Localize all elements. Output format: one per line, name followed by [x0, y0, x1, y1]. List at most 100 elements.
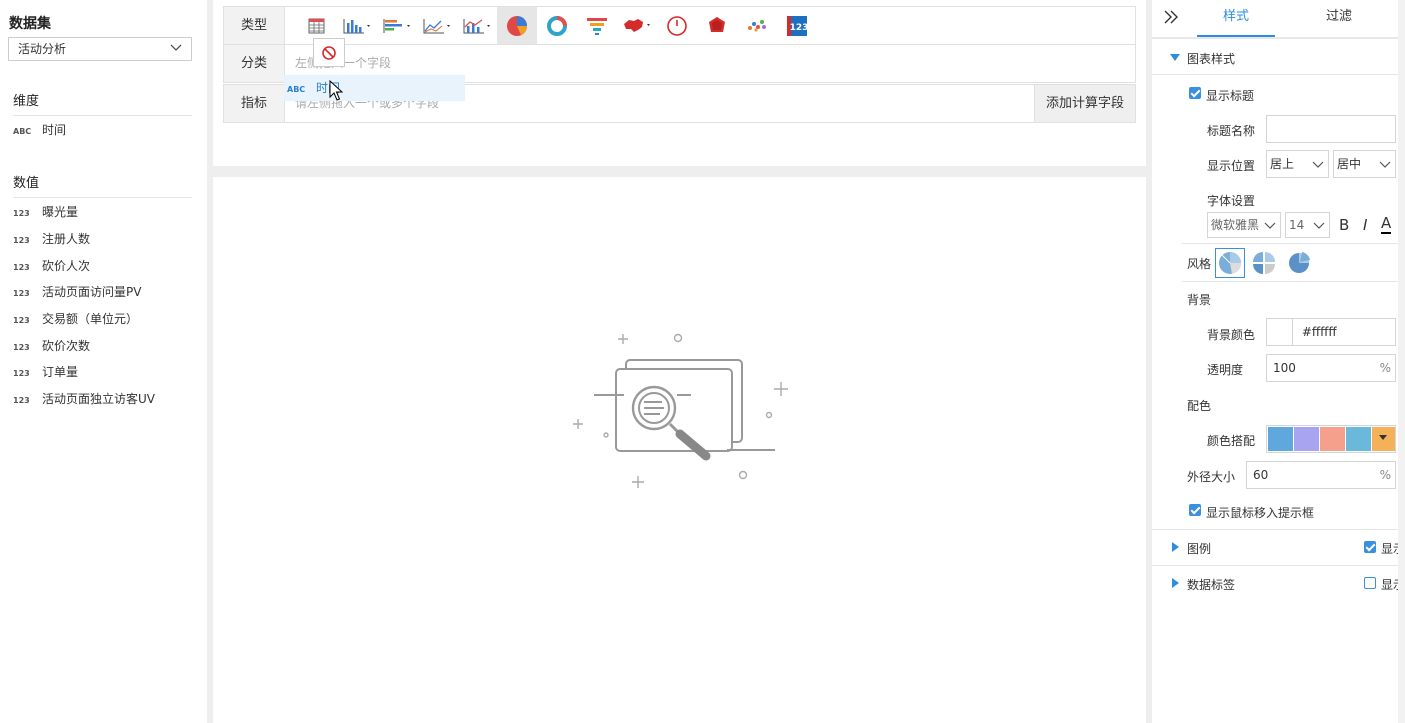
data-label-heading[interactable]: 数据标签 — [1187, 576, 1235, 593]
measure-field[interactable]: 123 砍价人次 — [13, 256, 90, 276]
measure-field[interactable]: 123 曝光量 — [13, 202, 78, 222]
measure-field[interactable]: 123 活动页面访问量PV — [13, 282, 141, 302]
position-horizontal-select[interactable]: 居中 — [1333, 150, 1396, 178]
palette-swatch — [1346, 427, 1371, 451]
divider — [1152, 74, 1398, 75]
field-name: 订单量 — [42, 365, 79, 379]
divider — [1182, 243, 1398, 244]
percent-unit: % — [1379, 361, 1391, 375]
combo-chart-icon[interactable] — [457, 7, 497, 44]
funnel-chart-icon[interactable] — [577, 7, 617, 44]
properties-panel: 样式 过滤 图表样式 显示标题 标题名称 显示位置 居上 居中 字体设置 微软雅… — [1152, 0, 1405, 723]
pie-chart-icon[interactable] — [497, 7, 537, 44]
map-icon[interactable] — [617, 7, 657, 44]
show-tooltip-checkbox[interactable] — [1189, 504, 1201, 516]
legend-show-checkbox[interactable] — [1364, 541, 1376, 553]
chevron-down-icon — [1264, 222, 1276, 229]
dimension-field-time[interactable]: ABC 时间 — [13, 120, 66, 140]
tab-filter[interactable]: 过滤 — [1300, 0, 1378, 37]
field-type-badge: 123 — [13, 396, 30, 405]
show-title-checkbox[interactable] — [1189, 87, 1201, 99]
vertical-scrollbar[interactable] — [1398, 0, 1405, 723]
ring-chart-icon[interactable] — [537, 7, 577, 44]
chart-type-row: 类型 123 — [223, 6, 1136, 45]
bg-color-label: 背景颜色 — [1207, 328, 1256, 342]
field-name: 活动页面访问量PV — [42, 285, 142, 299]
horizontal-bar-icon[interactable] — [377, 7, 417, 44]
measure-field[interactable]: 123 砍价次数 — [13, 336, 90, 356]
bg-color-swatch[interactable] — [1267, 319, 1293, 345]
pie-style-3-option[interactable] — [1284, 248, 1314, 278]
chevron-down-icon — [170, 44, 182, 51]
field-type-badge: ABC — [13, 127, 32, 136]
opacity-value: 100 — [1273, 361, 1296, 375]
divider — [1152, 529, 1398, 530]
bold-button[interactable]: B — [1339, 216, 1349, 234]
palette-swatch — [1294, 427, 1319, 451]
italic-button[interactable]: I — [1363, 216, 1367, 234]
pie-style-2-option[interactable] — [1249, 248, 1279, 278]
category-label: 分类 — [224, 45, 285, 82]
collapse-panel-icon[interactable] — [1162, 8, 1180, 26]
bg-color-input[interactable]: #ffffff — [1266, 318, 1396, 346]
measure-field[interactable]: 123 交易额（单位元） — [13, 309, 138, 329]
expand-triangle-icon[interactable] — [1172, 578, 1179, 588]
opacity-input[interactable]: 100 % — [1266, 354, 1396, 382]
pie-style-3-icon — [1289, 252, 1310, 273]
number-card-icon[interactable]: 123 — [777, 7, 817, 44]
chevron-down-icon — [1379, 161, 1391, 168]
dimensions-heading: 维度 — [13, 90, 192, 116]
font-family-select[interactable]: 微软雅黑 — [1207, 212, 1281, 238]
palette-label: 颜色搭配 — [1207, 434, 1256, 448]
font-size-select[interactable]: 14 — [1285, 212, 1330, 238]
measure-field[interactable]: 123 活动页面独立访客UV — [13, 389, 155, 409]
scatter-icon[interactable] — [737, 7, 777, 44]
field-name: 曝光量 — [42, 205, 79, 219]
data-label-show-label: 显示 — [1381, 578, 1398, 592]
position-vertical-value: 居上 — [1270, 157, 1295, 171]
pie-style-2-icon — [1253, 252, 1275, 274]
expand-triangle-icon[interactable] — [1170, 54, 1180, 61]
field-name: 砍价人次 — [42, 259, 91, 273]
tab-style[interactable]: 样式 — [1197, 0, 1275, 37]
palette-select[interactable] — [1266, 425, 1396, 453]
measure-field[interactable]: 123 注册人数 — [13, 229, 90, 249]
position-horizontal-value: 居中 — [1337, 157, 1362, 171]
font-settings-label: 字体设置 — [1207, 194, 1256, 208]
gauge-icon[interactable] — [657, 7, 697, 44]
legend-show-label: 显示 — [1381, 542, 1398, 556]
field-name: 砍价次数 — [42, 339, 91, 353]
field-type-badge: 123 — [13, 209, 30, 218]
position-vertical-select[interactable]: 居上 — [1266, 150, 1329, 178]
line-chart-icon[interactable] — [417, 7, 457, 44]
radius-value: 60 — [1253, 468, 1269, 482]
field-type-badge: 123 — [13, 236, 30, 245]
palette-heading: 配色 — [1187, 399, 1212, 413]
dragging-field-chip[interactable]: ABC 时间 — [284, 75, 465, 101]
radar-icon[interactable] — [697, 7, 737, 44]
chart-type-toolbar: 123 — [297, 7, 817, 44]
style-label: 风格 — [1187, 257, 1212, 271]
field-type-badge: 123 — [13, 343, 30, 352]
dataset-panel: 数据集 活动分析 维度 ABC 时间 数值 123 曝光量 123 注册人数 123 砍… — [0, 0, 207, 723]
font-color-button[interactable]: A — [1381, 215, 1392, 234]
radius-input[interactable]: 60 % — [1246, 461, 1396, 489]
expand-triangle-icon[interactable] — [1172, 542, 1179, 552]
divider — [1182, 281, 1398, 282]
chevron-down-icon — [1313, 222, 1325, 229]
dataset-select[interactable]: 活动分析 — [8, 37, 192, 61]
pie-style-1-option[interactable] — [1215, 248, 1245, 278]
data-label-show-checkbox[interactable] — [1364, 577, 1376, 589]
legend-heading[interactable]: 图例 — [1187, 540, 1211, 557]
add-calc-field-button[interactable]: 添加计算字段 — [1034, 85, 1135, 122]
empty-state-illustration — [573, 333, 788, 488]
field-name: 交易额（单位元） — [42, 312, 139, 326]
measure-field[interactable]: 123 订单量 — [13, 362, 78, 382]
chart-style-heading[interactable]: 图表样式 — [1187, 50, 1235, 67]
dataset-select-value: 活动分析 — [18, 42, 67, 56]
palette-swatch — [1320, 427, 1345, 451]
chart-type-label: 类型 — [224, 7, 285, 44]
field-type-badge: 123 — [13, 289, 30, 298]
radius-label: 外径大小 — [1187, 470, 1236, 484]
title-name-input[interactable] — [1266, 115, 1396, 143]
